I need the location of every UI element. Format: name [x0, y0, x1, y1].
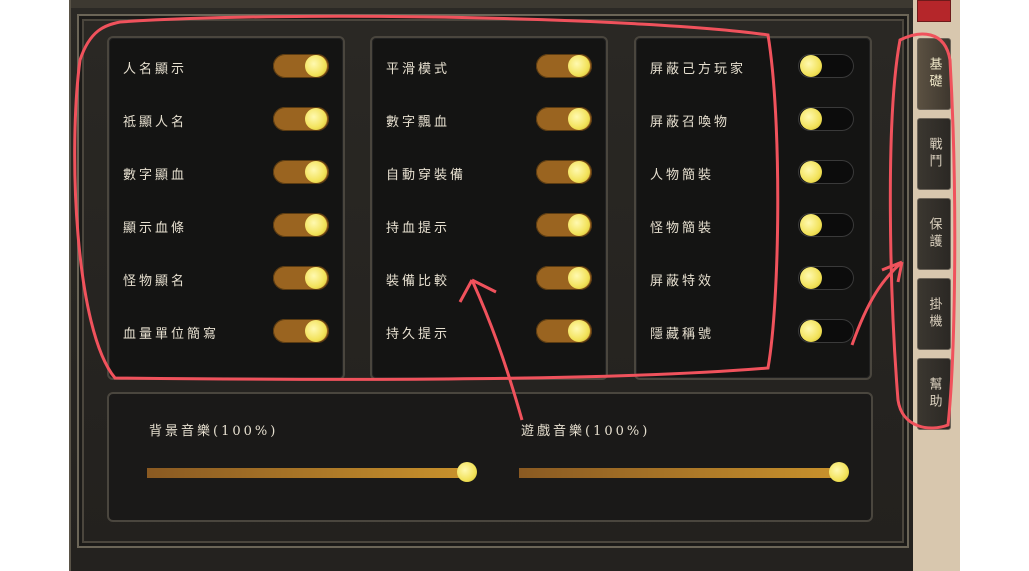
- setting-row: 自動穿裝備: [372, 160, 606, 190]
- setting-label: 怪物顯名: [123, 274, 188, 289]
- close-badge[interactable]: [917, 0, 951, 22]
- setting-toggle[interactable]: [536, 213, 592, 237]
- toggle-knob: [305, 55, 327, 77]
- toggle-knob: [568, 55, 590, 77]
- setting-label: 屏蔽己方玩家: [650, 62, 747, 77]
- tab-combat[interactable]: 戰鬥: [917, 118, 951, 190]
- bgm-volume-knob[interactable]: [457, 462, 477, 482]
- game-volume-label: 遊戲音樂(100%): [521, 424, 651, 439]
- setting-row: 屏蔽召喚物: [636, 107, 870, 137]
- setting-label: 裝備比較: [386, 274, 451, 289]
- setting-toggle[interactable]: [536, 107, 592, 131]
- setting-label: 持血提示: [386, 221, 451, 236]
- toggle-knob: [568, 214, 590, 236]
- setting-row: 隱藏稱號: [636, 319, 870, 349]
- setting-row: 持久提示: [372, 319, 606, 349]
- setting-toggle[interactable]: [798, 54, 854, 78]
- setting-label: 人物簡裝: [650, 168, 715, 183]
- setting-row: 屏蔽特效: [636, 266, 870, 296]
- setting-label: 顯示血條: [123, 221, 188, 236]
- toggle-knob: [568, 161, 590, 183]
- filter-panel: 屏蔽己方玩家 屏蔽召喚物人物簡裝怪物簡裝屏蔽特效隱藏稱號: [634, 36, 872, 380]
- setting-row: 祗顯人名: [109, 107, 343, 137]
- setting-label: 怪物簡裝: [650, 221, 715, 236]
- toggle-knob: [305, 320, 327, 342]
- setting-toggle[interactable]: [273, 266, 329, 290]
- setting-label: 血量單位簡寫: [123, 327, 220, 342]
- setting-row: 裝備比較: [372, 266, 606, 296]
- setting-toggle[interactable]: [798, 107, 854, 131]
- toggle-knob: [305, 108, 327, 130]
- toggle-knob: [800, 214, 822, 236]
- setting-toggle[interactable]: [273, 319, 329, 343]
- toggle-knob: [800, 108, 822, 130]
- page-margin: [960, 0, 1029, 571]
- setting-label: 數字飄血: [386, 115, 451, 130]
- setting-row: 持血提示: [372, 213, 606, 243]
- side-tab-bar: 基礎 戰鬥 保護 掛機 幫助: [913, 0, 960, 571]
- setting-label: 祗顯人名: [123, 115, 188, 130]
- toggle-knob: [305, 161, 327, 183]
- game-volume-slider[interactable]: [519, 462, 849, 482]
- toggle-knob: [800, 267, 822, 289]
- setting-row: 數字飄血: [372, 107, 606, 137]
- setting-toggle[interactable]: [273, 54, 329, 78]
- setting-row: 血量單位簡寫: [109, 319, 343, 349]
- setting-toggle[interactable]: [536, 319, 592, 343]
- setting-label: 平滑模式: [386, 62, 451, 77]
- setting-row: 數字顯血: [109, 160, 343, 190]
- toggle-knob: [305, 267, 327, 289]
- setting-toggle[interactable]: [798, 319, 854, 343]
- setting-row: 人物簡裝: [636, 160, 870, 190]
- toggle-knob: [568, 267, 590, 289]
- setting-row: 人名顯示: [109, 54, 343, 84]
- setting-toggle[interactable]: [798, 266, 854, 290]
- bgm-volume-label: 背景音樂(100%): [149, 424, 279, 439]
- setting-label: 屏蔽召喚物: [650, 115, 731, 130]
- setting-toggle[interactable]: [536, 54, 592, 78]
- setting-row: 屏蔽己方玩家: [636, 54, 870, 84]
- setting-label: 自動穿裝備: [386, 168, 467, 183]
- audio-panel: 背景音樂(100%) 遊戲音樂(100%): [107, 392, 873, 522]
- tab-basic[interactable]: 基礎: [917, 38, 951, 110]
- setting-row: 怪物顯名: [109, 266, 343, 296]
- tab-help[interactable]: 幫助: [917, 358, 951, 430]
- settings-window: 人名顯示祗顯人名數字顯血顯示血條怪物顯名血量單位簡寫 平滑模式數字飄血自動穿裝備…: [69, 0, 915, 571]
- setting-row: 顯示血條: [109, 213, 343, 243]
- tab-autoplay[interactable]: 掛機: [917, 278, 951, 350]
- toggle-knob: [800, 55, 822, 77]
- tab-protect[interactable]: 保護: [917, 198, 951, 270]
- setting-toggle[interactable]: [273, 160, 329, 184]
- setting-toggle[interactable]: [798, 160, 854, 184]
- setting-toggle[interactable]: [798, 213, 854, 237]
- setting-label: 隱藏稱號: [650, 327, 715, 342]
- setting-toggle[interactable]: [536, 266, 592, 290]
- setting-label: 屏蔽特效: [650, 274, 715, 289]
- setting-label: 人名顯示: [123, 62, 188, 77]
- setting-row: 平滑模式: [372, 54, 606, 84]
- toggle-knob: [800, 320, 822, 342]
- display-panel: 人名顯示祗顯人名數字顯血顯示血條怪物顯名血量單位簡寫: [107, 36, 345, 380]
- setting-toggle[interactable]: [536, 160, 592, 184]
- toggle-knob: [800, 161, 822, 183]
- setting-row: 怪物簡裝: [636, 213, 870, 243]
- setting-label: 數字顯血: [123, 168, 188, 183]
- bgm-volume-slider[interactable]: [147, 462, 477, 482]
- setting-toggle[interactable]: [273, 213, 329, 237]
- toggle-knob: [568, 320, 590, 342]
- window-top-strip: [71, 0, 915, 8]
- game-volume-knob[interactable]: [829, 462, 849, 482]
- setting-label: 持久提示: [386, 327, 451, 342]
- setting-toggle[interactable]: [273, 107, 329, 131]
- gameplay-panel: 平滑模式數字飄血自動穿裝備持血提示裝備比較持久提示: [370, 36, 608, 380]
- toggle-knob: [305, 214, 327, 236]
- toggle-knob: [568, 108, 590, 130]
